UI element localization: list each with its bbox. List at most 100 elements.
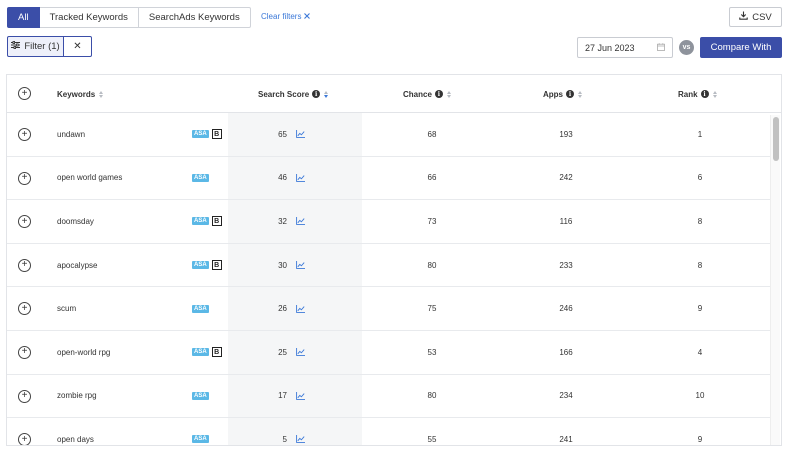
search-score-cell: 5 (282, 434, 287, 444)
info-icon[interactable]: i (434, 90, 443, 98)
search-score-cell: 46 (278, 173, 287, 183)
b-badge: B (211, 129, 222, 140)
keyword-cell[interactable]: apocalypse (57, 244, 97, 287)
date-value: 27 Jun 2023 (585, 42, 635, 53)
keyword-badges: ASA (192, 375, 209, 418)
table-row[interactable]: + doomsday ASA B 32 73 116 8 (7, 200, 772, 244)
info-icon[interactable]: i (566, 90, 574, 98)
trend-chart-icon[interactable] (296, 244, 305, 287)
expand-all-button[interactable]: + (18, 87, 31, 100)
trend-chart-icon[interactable] (296, 375, 305, 418)
info-icon[interactable]: i (700, 90, 709, 98)
tab-tracked-keywords[interactable]: Tracked Keywords (39, 7, 139, 28)
search-score-cell: 30 (278, 260, 287, 270)
date-picker[interactable]: 27 Jun 2023 (577, 37, 673, 58)
sliders-icon (11, 41, 21, 52)
tab-all[interactable]: All (7, 7, 40, 28)
rank-cell: 4 (697, 347, 703, 357)
apps-cell: 242 (559, 173, 573, 183)
search-score-cell: 25 (278, 347, 287, 357)
search-score-cell: 32 (278, 216, 287, 226)
table-row[interactable]: + zombie rpg ASA 17 80 234 10 (7, 375, 772, 419)
keyword-cell[interactable]: undawn (57, 113, 85, 156)
rank-cell: 10 (695, 391, 705, 401)
expand-row-button[interactable]: + (18, 258, 31, 272)
filter-button[interactable]: Filter (1) (7, 36, 64, 57)
chance-cell: 66 (427, 173, 437, 183)
scrollbar-thumb[interactable] (773, 117, 779, 161)
chance-cell: 53 (427, 347, 437, 357)
close-icon (304, 12, 311, 21)
expand-row-button[interactable]: + (18, 215, 31, 229)
header-rank-label: Rank (678, 89, 698, 99)
clear-filters-link[interactable]: Clear filters (261, 12, 311, 21)
remove-filter-button[interactable]: ✕ (64, 36, 92, 57)
chance-cell: 55 (427, 434, 437, 444)
expand-row-button[interactable]: + (18, 345, 31, 359)
search-score-cell: 17 (278, 391, 287, 401)
filter-label: Filter (1) (24, 41, 60, 52)
table-row[interactable]: + undawn ASA B 65 68 193 1 (7, 113, 772, 157)
expand-row-button[interactable]: + (18, 302, 31, 316)
keyword-cell[interactable]: open days (57, 418, 94, 445)
info-icon[interactable]: i (312, 90, 321, 98)
keyword-badges: ASA (192, 287, 209, 330)
csv-export-button[interactable]: CSV (729, 7, 782, 27)
rank-cell: 8 (697, 216, 703, 226)
table-row[interactable]: + open days ASA 5 55 241 9 (7, 418, 772, 445)
expand-row-button[interactable]: + (18, 171, 31, 185)
trend-chart-icon[interactable] (296, 418, 305, 445)
calendar-icon (657, 42, 665, 53)
table-row[interactable]: + scum ASA 26 75 246 9 (7, 287, 772, 331)
sort-icon (99, 90, 104, 98)
expand-row-button[interactable]: + (18, 389, 31, 403)
table-body: + undawn ASA B 65 68 193 1 + open world … (7, 113, 772, 445)
download-icon (739, 11, 748, 23)
asa-badge: ASA (192, 348, 209, 357)
b-badge: B (211, 216, 222, 227)
trend-chart-icon[interactable] (296, 331, 305, 374)
chance-cell: 68 (427, 129, 437, 139)
sort-icon (578, 90, 582, 98)
keywords-table: + Keywords Search Score i Chance i Apps … (6, 74, 782, 446)
header-keywords[interactable]: Keywords (57, 75, 104, 113)
keyword-cell[interactable]: zombie rpg (57, 375, 97, 418)
table-row[interactable]: + apocalypse ASA B 30 80 233 8 (7, 244, 772, 288)
chance-cell: 80 (427, 260, 437, 270)
vertical-scrollbar[interactable] (770, 115, 780, 445)
table-row[interactable]: + open-world rpg ASA B 25 53 166 4 (7, 331, 772, 375)
rank-cell: 9 (697, 304, 703, 314)
vs-badge: vs (679, 40, 694, 55)
header-search-score[interactable]: Search Score i (258, 75, 329, 113)
trend-chart-icon[interactable] (296, 287, 305, 330)
asa-badge: ASA (192, 173, 209, 182)
trend-chart-icon[interactable] (296, 157, 305, 200)
keyword-cell[interactable]: doomsday (57, 200, 94, 243)
table-header: + Keywords Search Score i Chance i Apps … (7, 75, 781, 113)
chance-cell: 73 (427, 216, 437, 226)
keyword-cell[interactable]: open world games (57, 157, 122, 200)
header-chance[interactable]: Chance i (403, 75, 451, 113)
trend-chart-icon[interactable] (296, 113, 305, 156)
rank-cell: 9 (697, 434, 703, 444)
sort-desc-icon (324, 90, 329, 98)
expand-row-button[interactable]: + (18, 433, 31, 445)
keyword-badges: ASA B (192, 244, 222, 287)
trend-chart-icon[interactable] (296, 200, 305, 243)
header-apps[interactable]: Apps i (543, 75, 582, 113)
csv-label: CSV (752, 11, 772, 23)
expand-row-button[interactable]: + (18, 128, 31, 141)
sort-icon (712, 90, 717, 98)
table-row[interactable]: + open world games ASA 46 66 242 6 (7, 157, 772, 201)
keyword-cell[interactable]: scum (57, 287, 76, 330)
header-chance-label: Chance (403, 89, 432, 99)
rank-cell: 6 (697, 173, 703, 183)
compare-with-button[interactable]: Compare With (700, 37, 782, 58)
keyword-cell[interactable]: open-world rpg (57, 331, 110, 374)
header-apps-label: Apps (543, 89, 563, 99)
header-rank[interactable]: Rank i (678, 75, 717, 113)
keyword-type-tabs: All Tracked Keywords SearchAds Keywords (7, 7, 251, 28)
keyword-badges: ASA B (192, 113, 222, 156)
tab-searchads-keywords[interactable]: SearchAds Keywords (138, 7, 251, 28)
apps-cell: 233 (559, 260, 573, 270)
